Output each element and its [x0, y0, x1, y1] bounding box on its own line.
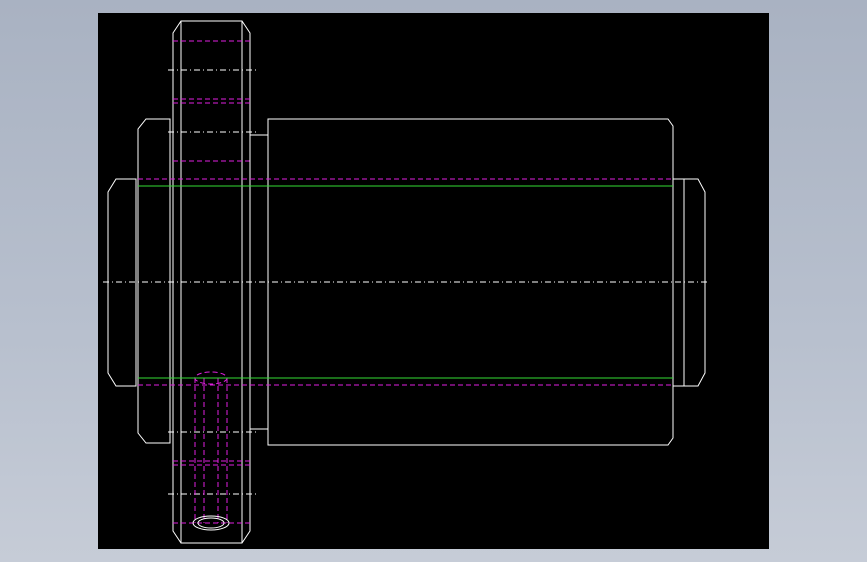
cad-drawing-canvas — [103, 20, 710, 544]
left-shoulder — [137, 118, 171, 444]
cad-drawing-viewport[interactable] — [98, 13, 769, 549]
